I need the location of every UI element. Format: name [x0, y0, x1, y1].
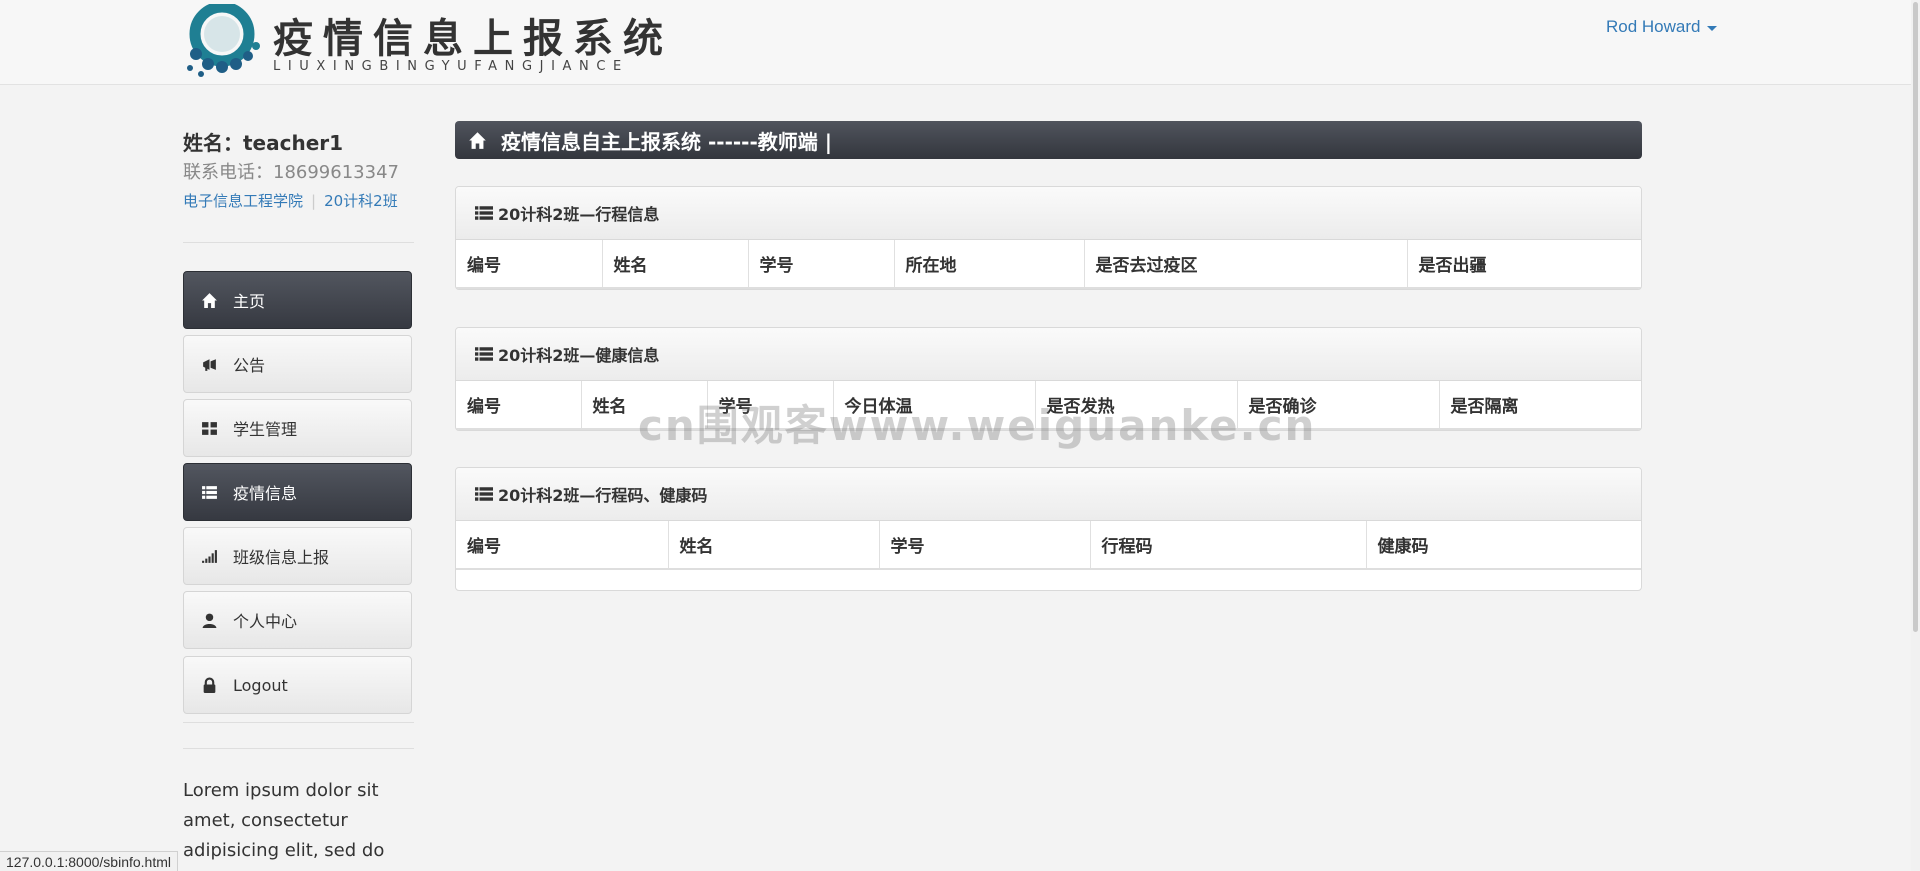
- megaphone-icon: [199, 354, 219, 374]
- column-header: 是否去过疫区: [1084, 240, 1408, 289]
- nav-label: 疫情信息: [233, 484, 298, 503]
- logo-icon: [187, 4, 260, 77]
- table-header-row: 编号 姓名 学号 今日体温 是否发热 是否确诊 是否隔离: [456, 381, 1641, 430]
- nav-item-class-report[interactable]: 班级信息上报: [183, 527, 412, 585]
- column-header: 行程码: [1090, 521, 1367, 570]
- home-icon: [199, 290, 219, 310]
- site-subtitle: LIUXINGBINGYUFANGJIANCE: [273, 59, 629, 74]
- column-header: 是否出疆: [1407, 240, 1641, 289]
- list-icon: [199, 482, 219, 502]
- nav-label: 个人中心: [233, 612, 298, 631]
- caret-down-icon: [1706, 25, 1717, 31]
- nav-item-home[interactable]: 主页: [183, 271, 412, 329]
- column-header: 是否确诊: [1237, 381, 1440, 430]
- nav-label: Logout: [233, 675, 288, 695]
- grid-icon: [199, 418, 219, 438]
- profile-phone: 联系电话：18699613347: [183, 162, 399, 183]
- panel-header: 20计科2班—行程信息: [456, 187, 1641, 240]
- column-header: 姓名: [668, 521, 880, 570]
- nav-item-student-management[interactable]: 学生管理: [183, 399, 412, 457]
- user-name: Rod Howard: [1606, 17, 1701, 36]
- health-info-panel: 20计科2班—健康信息 编号 姓名 学号 今日体温 是否发热 是否确诊 是否隔离: [455, 327, 1642, 431]
- column-header: 编号: [456, 521, 669, 570]
- panel-title: 20计科2班—行程信息: [498, 205, 660, 224]
- travel-info-table: 编号 姓名 学号 所在地 是否去过疫区 是否出疆: [456, 240, 1641, 289]
- health-code-panel: 20计科2班—行程码、健康码 编号 姓名 学号 行程码 健康码: [455, 467, 1642, 591]
- list-icon: [474, 485, 494, 503]
- sidebar-divider: [183, 722, 414, 723]
- panel-title: 20计科2班—行程码、健康码: [498, 486, 708, 505]
- column-header: 今日体温: [833, 381, 1036, 430]
- panel-header: 20计科2班—行程码、健康码: [456, 468, 1641, 521]
- column-header: 学号: [748, 240, 895, 289]
- scrollbar-thumb[interactable]: [1913, 2, 1918, 632]
- user-icon: [199, 610, 219, 630]
- table-header-row: 编号 姓名 学号 行程码 健康码: [456, 521, 1641, 570]
- home-icon: [468, 131, 487, 150]
- user-menu-dropdown[interactable]: Rod Howard: [1606, 16, 1717, 38]
- nav-label: 学生管理: [233, 420, 298, 439]
- page-heading-bar: 疫情信息自主上报系统 ------教师端 |: [455, 121, 1642, 159]
- panel-title: 20计科2班—健康信息: [498, 346, 660, 365]
- top-header: 疫情信息上报系统 LIUXINGBINGYUFANGJIANCE Rod How…: [0, 0, 1920, 85]
- column-header: 是否隔离: [1439, 381, 1641, 430]
- page-title: 疫情信息自主上报系统 ------教师端 |: [501, 129, 833, 154]
- column-header: 学号: [707, 381, 834, 430]
- health-code-table: 编号 姓名 学号 行程码 健康码: [456, 521, 1641, 570]
- signal-icon: [199, 546, 219, 566]
- nav-item-logout[interactable]: Logout: [183, 656, 412, 714]
- nav-item-epidemic-info[interactable]: 疫情信息: [183, 463, 412, 521]
- class-link[interactable]: 20计科2班: [324, 190, 398, 211]
- column-header: 编号: [456, 240, 603, 289]
- sidebar-divider: [183, 748, 414, 749]
- nav-item-profile[interactable]: 个人中心: [183, 591, 412, 649]
- profile-name: 姓名：teacher1: [183, 131, 344, 155]
- profile-org: 电子信息工程学院 | 20计科2班: [183, 190, 398, 211]
- health-info-table: 编号 姓名 学号 今日体温 是否发热 是否确诊 是否隔离: [456, 381, 1641, 430]
- status-bar-url: 127.0.0.1:8000/sbinfo.html: [0, 851, 179, 871]
- column-header: 学号: [879, 521, 1091, 570]
- column-header: 编号: [456, 381, 582, 430]
- column-header: 姓名: [602, 240, 749, 289]
- college-link[interactable]: 电子信息工程学院: [183, 190, 303, 211]
- sidebar-divider: [183, 242, 414, 243]
- list-icon: [474, 204, 494, 222]
- lock-icon: [199, 675, 219, 695]
- site-title: 疫情信息上报系统: [273, 15, 673, 62]
- column-header: 所在地: [894, 240, 1085, 289]
- travel-info-panel: 20计科2班—行程信息 编号 姓名 学号 所在地 是否去过疫区 是否出疆: [455, 186, 1642, 290]
- org-separator: |: [311, 191, 317, 210]
- column-header: 姓名: [581, 381, 708, 430]
- column-header: 健康码: [1366, 521, 1641, 570]
- column-header: 是否发热: [1035, 381, 1238, 430]
- nav-label: 主页: [233, 292, 266, 311]
- nav-item-announcement[interactable]: 公告: [183, 335, 412, 393]
- panel-header: 20计科2班—健康信息: [456, 328, 1641, 381]
- table-header-row: 编号 姓名 学号 所在地 是否去过疫区 是否出疆: [456, 240, 1641, 289]
- nav-label: 班级信息上报: [233, 548, 330, 567]
- list-icon: [474, 345, 494, 363]
- nav-label: 公告: [233, 356, 266, 375]
- sidebar-text: Lorem ipsum dolor sit amet, consectetur …: [183, 780, 385, 861]
